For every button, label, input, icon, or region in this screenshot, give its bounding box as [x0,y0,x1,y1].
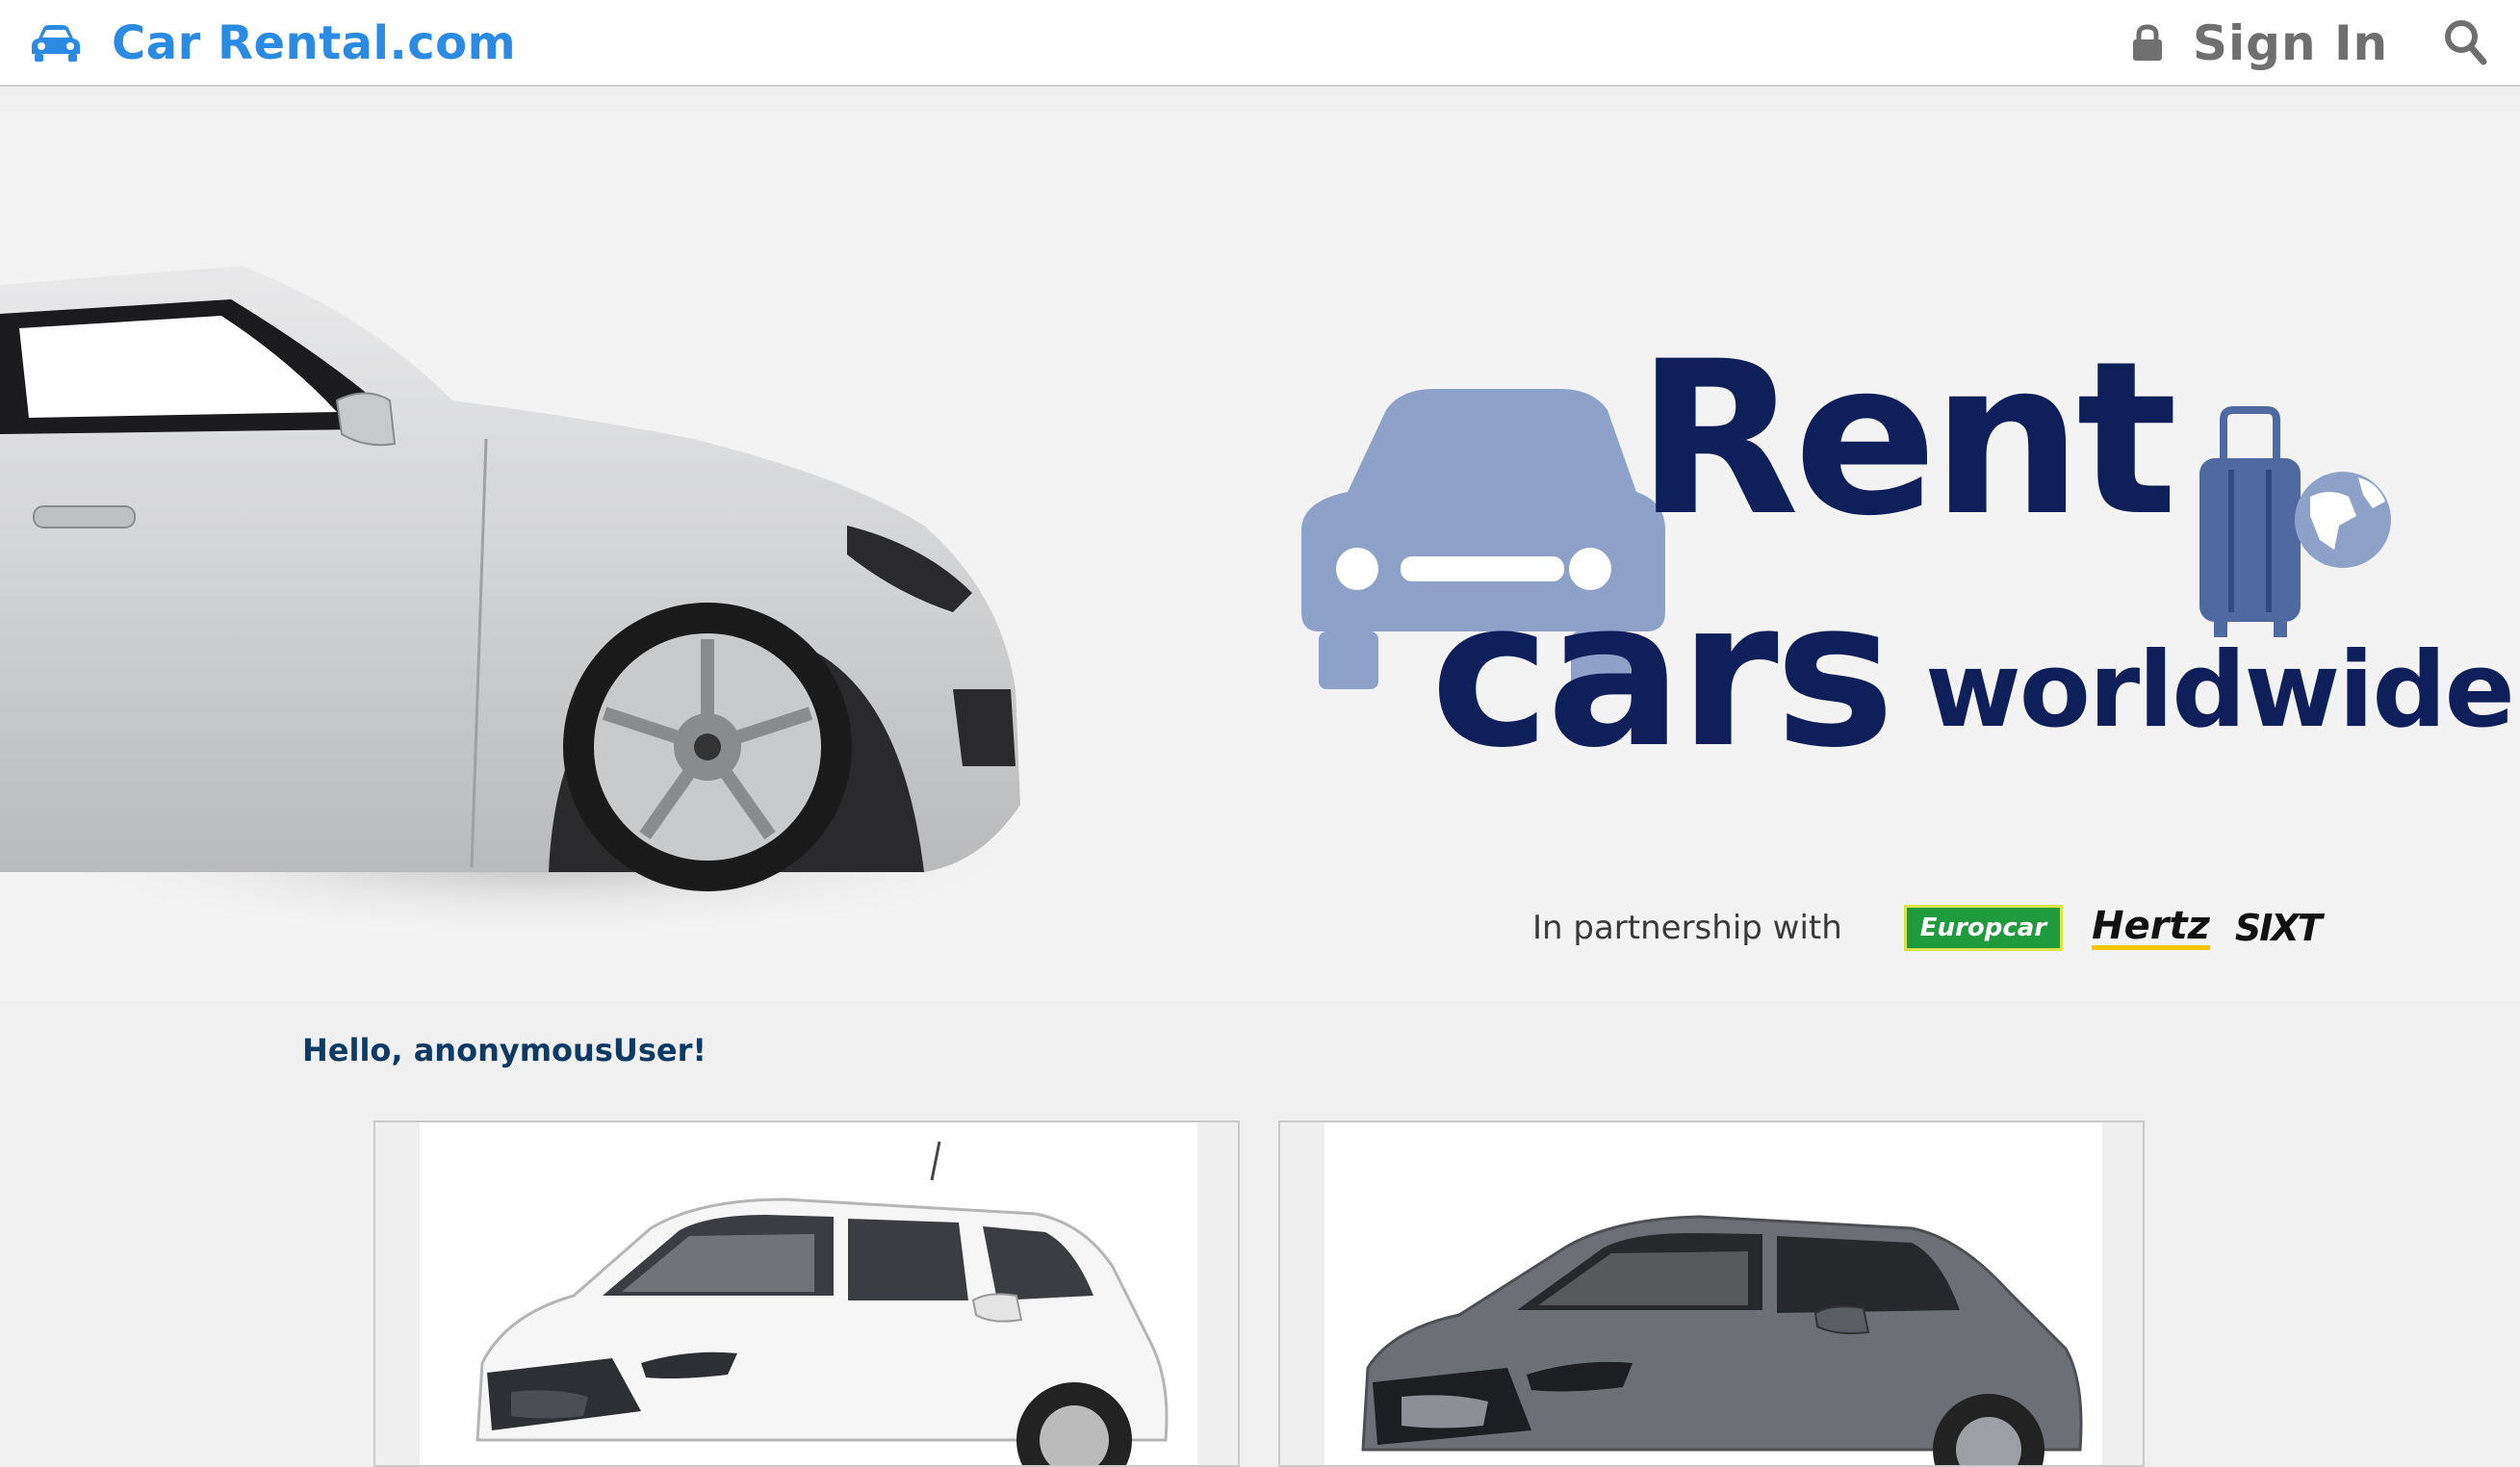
search-button[interactable] [2441,13,2489,71]
brand-link[interactable]: Car Rental.com [29,12,516,75]
car-card-gray-sedan[interactable] [1278,1120,2145,1467]
sixt-logo: SIXT [2234,907,2323,949]
headline-rent: Rent [1636,316,2177,562]
greeting-text: Hello, anonymousUser! [302,1032,707,1068]
brand-name: Car Rental.com [112,16,517,70]
search-icon [2445,20,2487,65]
lock-icon [2133,24,2162,61]
hero-car-image [0,266,1040,939]
hertz-logo: Hertz [2092,903,2210,950]
car-image-gray-sedan [1324,1122,2102,1465]
sign-in-label: Sign In [2193,15,2389,71]
partnership-text: In partnership with [1532,909,1842,947]
headline-worldwide: worldwide [1925,631,2515,751]
sign-in-button[interactable]: Sign In [2131,12,2388,75]
europcar-logo: Europcar [1903,905,2064,951]
car-image-white-hatchback [420,1122,1197,1465]
headline-cars: cars [1430,556,1895,792]
top-navbar: Car Rental.com Sign In [0,0,2520,87]
car-icon [32,25,80,62]
car-card-white-hatchback[interactable] [373,1120,1240,1467]
partner-row: In partnership with Europcar Hertz SIXT [1532,899,2323,957]
hero-banner: Rent cars worldwide In partnership with … [0,112,2520,1001]
